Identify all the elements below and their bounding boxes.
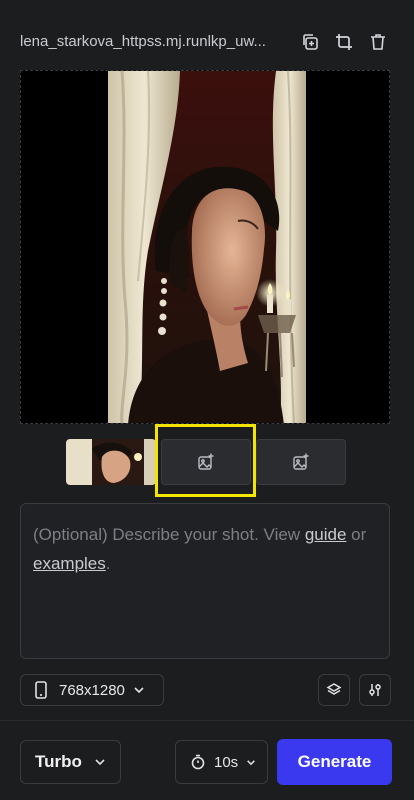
prompt-placeholder-end: . <box>105 554 111 573</box>
duplicate-icon[interactable] <box>300 32 320 52</box>
duration-value: 10s <box>214 753 239 771</box>
portrait-illustration <box>108 71 306 423</box>
settings-button[interactable] <box>359 674 391 706</box>
image-preview <box>20 70 390 424</box>
trash-icon[interactable] <box>368 32 388 52</box>
portrait-image <box>108 71 306 423</box>
divider <box>0 720 414 721</box>
reference-image-slots <box>66 439 346 485</box>
sliders-icon <box>369 684 381 696</box>
reference-thumbnail[interactable] <box>66 439 156 485</box>
stopwatch-icon <box>191 754 205 770</box>
header-bar: lena_starkova_httpss.mj.runlkp_uw... <box>0 0 414 64</box>
prompt-placeholder-or: or <box>346 525 367 544</box>
file-name: lena_starkova_httpss.mj.runlkp_uw... <box>20 33 266 50</box>
layers-button[interactable] <box>318 674 350 706</box>
chevron-down-icon <box>134 687 144 694</box>
chevron-down-icon <box>95 759 105 766</box>
resolution-value: 768x1280 <box>59 681 125 699</box>
layers-icon <box>326 683 342 695</box>
empty-image-slot-1[interactable] <box>161 439 251 485</box>
resolution-dropdown[interactable]: 768x1280 <box>20 674 164 706</box>
thumbnail-image <box>66 439 156 485</box>
chevron-down-icon <box>247 759 256 765</box>
examples-link[interactable]: examples <box>33 554 106 573</box>
generate-button[interactable]: Generate <box>277 739 392 785</box>
prompt-textarea[interactable]: (Optional) Describe your shot. View guid… <box>20 503 390 659</box>
prompt-placeholder: (Optional) Describe your shot. View <box>33 525 305 544</box>
empty-image-slot-2[interactable] <box>256 439 346 485</box>
mode-dropdown[interactable]: Turbo <box>20 740 121 784</box>
guide-link[interactable]: guide <box>305 525 347 544</box>
add-image-icon <box>293 453 309 470</box>
duration-dropdown[interactable]: 10s <box>175 740 268 784</box>
phone-icon <box>35 681 47 699</box>
crop-icon[interactable] <box>334 32 354 52</box>
add-image-icon <box>198 453 214 470</box>
mode-value: Turbo <box>35 752 82 771</box>
